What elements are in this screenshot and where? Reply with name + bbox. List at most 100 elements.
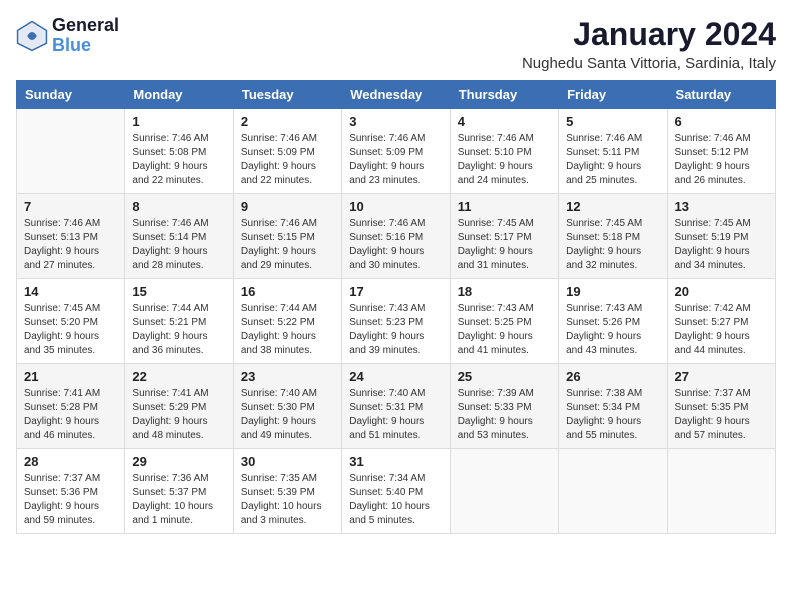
calendar-week-row: 28 Sunrise: 7:37 AM Sunset: 5:36 PM Dayli… <box>17 449 776 534</box>
calendar-cell: 3 Sunrise: 7:46 AM Sunset: 5:09 PM Daylig… <box>342 109 450 194</box>
weekday-header-monday: Monday <box>125 81 233 109</box>
day-number: 31 <box>349 454 442 469</box>
page-header: General Blue January 2024 Nughedu Santa … <box>16 16 776 72</box>
calendar-cell <box>450 449 558 534</box>
day-number: 20 <box>675 284 768 299</box>
day-info: Sunrise: 7:45 AM Sunset: 5:18 PM Dayligh… <box>566 217 659 273</box>
day-info: Sunrise: 7:40 AM Sunset: 5:31 PM Dayligh… <box>349 387 442 443</box>
day-number: 10 <box>349 199 442 214</box>
day-number: 1 <box>132 114 225 129</box>
day-number: 24 <box>349 369 442 384</box>
calendar-cell: 5Sunrise: 7:46 AM Sunset: 5:11 PM Daylig… <box>559 109 667 194</box>
calendar-cell: 15 Sunrise: 7:44 AM Sunset: 5:21 PM Dayli… <box>125 279 233 364</box>
day-number: 25 <box>458 369 551 384</box>
calendar-cell: 8 Sunrise: 7:46 AM Sunset: 5:14 PM Daylig… <box>125 194 233 279</box>
calendar-cell: 26Sunrise: 7:38 AM Sunset: 5:34 PM Dayli… <box>559 364 667 449</box>
calendar-week-row: 7 Sunrise: 7:46 AM Sunset: 5:13 PM Daylig… <box>17 194 776 279</box>
calendar-cell: 21 Sunrise: 7:41 AM Sunset: 5:28 PM Dayli… <box>17 364 125 449</box>
weekday-header-saturday: Saturday <box>667 81 775 109</box>
day-info: Sunrise: 7:46 AM Sunset: 5:09 PM Dayligh… <box>241 132 334 188</box>
day-info: Sunrise: 7:41 AM Sunset: 5:29 PM Dayligh… <box>132 387 225 443</box>
day-info: Sunrise: 7:36 AM Sunset: 5:37 PM Dayligh… <box>132 472 225 528</box>
calendar-table: SundayMondayTuesdayWednesdayThursdayFrid… <box>16 80 776 534</box>
calendar-cell <box>667 449 775 534</box>
day-number: 9 <box>241 199 334 214</box>
day-info: Sunrise: 7:46 AM Sunset: 5:12 PM Dayligh… <box>675 132 768 188</box>
day-number: 17 <box>349 284 442 299</box>
day-number: 3 <box>349 114 442 129</box>
calendar-cell: 9 Sunrise: 7:46 AM Sunset: 5:15 PM Daylig… <box>233 194 341 279</box>
day-number: 30 <box>241 454 334 469</box>
calendar-cell: 19Sunrise: 7:43 AM Sunset: 5:26 PM Dayli… <box>559 279 667 364</box>
day-number: 11 <box>458 199 551 214</box>
calendar-week-row: 14Sunrise: 7:45 AM Sunset: 5:20 PM Dayli… <box>17 279 776 364</box>
month-year-title: January 2024 <box>522 16 776 53</box>
calendar-cell: 17 Sunrise: 7:43 AM Sunset: 5:23 PM Dayli… <box>342 279 450 364</box>
logo-text: General Blue <box>52 16 119 56</box>
day-number: 2 <box>241 114 334 129</box>
logo: General Blue <box>16 16 119 56</box>
calendar-cell: 1 Sunrise: 7:46 AM Sunset: 5:08 PM Daylig… <box>125 109 233 194</box>
calendar-cell: 18 Sunrise: 7:43 AM Sunset: 5:25 PM Dayli… <box>450 279 558 364</box>
day-info: Sunrise: 7:46 AM Sunset: 5:16 PM Dayligh… <box>349 217 442 273</box>
calendar-cell: 10 Sunrise: 7:46 AM Sunset: 5:16 PM Dayli… <box>342 194 450 279</box>
weekday-header-tuesday: Tuesday <box>233 81 341 109</box>
day-info: Sunrise: 7:46 AM Sunset: 5:15 PM Dayligh… <box>241 217 334 273</box>
day-number: 15 <box>132 284 225 299</box>
day-info: Sunrise: 7:43 AM Sunset: 5:25 PM Dayligh… <box>458 302 551 358</box>
day-number: 29 <box>132 454 225 469</box>
calendar-cell: 28 Sunrise: 7:37 AM Sunset: 5:36 PM Dayli… <box>17 449 125 534</box>
day-info: Sunrise: 7:34 AM Sunset: 5:40 PM Dayligh… <box>349 472 442 528</box>
day-info: Sunrise: 7:45 AM Sunset: 5:19 PM Dayligh… <box>675 217 768 273</box>
calendar-cell: 30 Sunrise: 7:35 AM Sunset: 5:39 PM Dayli… <box>233 449 341 534</box>
day-info: Sunrise: 7:43 AM Sunset: 5:26 PM Dayligh… <box>566 302 659 358</box>
calendar-cell: 13Sunrise: 7:45 AM Sunset: 5:19 PM Dayli… <box>667 194 775 279</box>
weekday-header-thursday: Thursday <box>450 81 558 109</box>
weekday-header-friday: Friday <box>559 81 667 109</box>
calendar-cell <box>17 109 125 194</box>
day-number: 23 <box>241 369 334 384</box>
day-info: Sunrise: 7:46 AM Sunset: 5:13 PM Dayligh… <box>24 217 117 273</box>
day-number: 21 <box>24 369 117 384</box>
day-number: 4 <box>458 114 551 129</box>
logo-icon <box>16 20 48 52</box>
day-number: 22 <box>132 369 225 384</box>
day-info: Sunrise: 7:46 AM Sunset: 5:14 PM Dayligh… <box>132 217 225 273</box>
weekday-header-wednesday: Wednesday <box>342 81 450 109</box>
calendar-cell: 23 Sunrise: 7:40 AM Sunset: 5:30 PM Dayli… <box>233 364 341 449</box>
day-info: Sunrise: 7:46 AM Sunset: 5:10 PM Dayligh… <box>458 132 551 188</box>
day-info: Sunrise: 7:43 AM Sunset: 5:23 PM Dayligh… <box>349 302 442 358</box>
calendar-cell: 6 Sunrise: 7:46 AM Sunset: 5:12 PM Daylig… <box>667 109 775 194</box>
day-info: Sunrise: 7:41 AM Sunset: 5:28 PM Dayligh… <box>24 387 117 443</box>
calendar-cell: 20 Sunrise: 7:42 AM Sunset: 5:27 PM Dayli… <box>667 279 775 364</box>
calendar-cell: 14Sunrise: 7:45 AM Sunset: 5:20 PM Dayli… <box>17 279 125 364</box>
day-number: 6 <box>675 114 768 129</box>
day-info: Sunrise: 7:37 AM Sunset: 5:36 PM Dayligh… <box>24 472 117 528</box>
day-number: 16 <box>241 284 334 299</box>
calendar-cell: 2 Sunrise: 7:46 AM Sunset: 5:09 PM Daylig… <box>233 109 341 194</box>
day-info: Sunrise: 7:45 AM Sunset: 5:17 PM Dayligh… <box>458 217 551 273</box>
day-info: Sunrise: 7:44 AM Sunset: 5:21 PM Dayligh… <box>132 302 225 358</box>
calendar-cell: 24 Sunrise: 7:40 AM Sunset: 5:31 PM Dayli… <box>342 364 450 449</box>
day-info: Sunrise: 7:42 AM Sunset: 5:27 PM Dayligh… <box>675 302 768 358</box>
day-info: Sunrise: 7:35 AM Sunset: 5:39 PM Dayligh… <box>241 472 334 528</box>
day-number: 7 <box>24 199 117 214</box>
calendar-week-row: 21 Sunrise: 7:41 AM Sunset: 5:28 PM Dayli… <box>17 364 776 449</box>
day-info: Sunrise: 7:40 AM Sunset: 5:30 PM Dayligh… <box>241 387 334 443</box>
calendar-week-row: 1 Sunrise: 7:46 AM Sunset: 5:08 PM Daylig… <box>17 109 776 194</box>
day-number: 18 <box>458 284 551 299</box>
day-info: Sunrise: 7:45 AM Sunset: 5:20 PM Dayligh… <box>24 302 117 358</box>
calendar-cell: 27Sunrise: 7:37 AM Sunset: 5:35 PM Dayli… <box>667 364 775 449</box>
day-info: Sunrise: 7:46 AM Sunset: 5:09 PM Dayligh… <box>349 132 442 188</box>
day-number: 8 <box>132 199 225 214</box>
calendar-cell: 12Sunrise: 7:45 AM Sunset: 5:18 PM Dayli… <box>559 194 667 279</box>
location-subtitle: Nughedu Santa Vittoria, Sardinia, Italy <box>522 55 776 72</box>
title-block: January 2024 Nughedu Santa Vittoria, Sar… <box>522 16 776 72</box>
calendar-cell: 16Sunrise: 7:44 AM Sunset: 5:22 PM Dayli… <box>233 279 341 364</box>
day-number: 28 <box>24 454 117 469</box>
calendar-cell: 29 Sunrise: 7:36 AM Sunset: 5:37 PM Dayli… <box>125 449 233 534</box>
weekday-header-row: SundayMondayTuesdayWednesdayThursdayFrid… <box>17 81 776 109</box>
weekday-header-sunday: Sunday <box>17 81 125 109</box>
calendar-cell: 4 Sunrise: 7:46 AM Sunset: 5:10 PM Daylig… <box>450 109 558 194</box>
day-info: Sunrise: 7:46 AM Sunset: 5:08 PM Dayligh… <box>132 132 225 188</box>
